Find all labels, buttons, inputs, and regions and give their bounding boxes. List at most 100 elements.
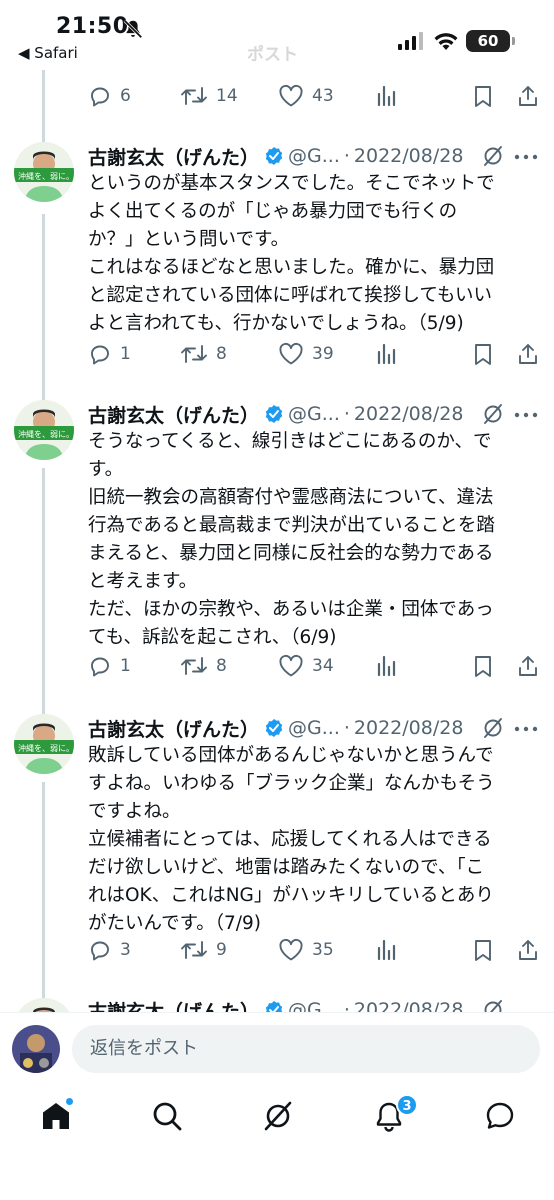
verified-badge-icon bbox=[265, 405, 283, 423]
messages-icon[interactable] bbox=[484, 1100, 516, 1132]
retweet-icon bbox=[181, 657, 207, 675]
like-count: 35 bbox=[312, 940, 334, 960]
author-name[interactable]: 古謝玄太（げんた） bbox=[88, 401, 259, 428]
grok-icon[interactable] bbox=[262, 1100, 294, 1132]
avatar[interactable]: 沖縄を、弱に。 bbox=[14, 142, 74, 202]
views-button[interactable] bbox=[376, 84, 398, 108]
tweet-header: 古謝玄太（げんた） @G... · 2022/08/28 bbox=[88, 714, 463, 742]
author-handle[interactable]: @G... bbox=[288, 145, 340, 167]
back-to-safari-link[interactable]: ◀ Safari bbox=[18, 44, 78, 62]
tweet-date[interactable]: 2022/08/28 bbox=[354, 717, 464, 739]
tweet[interactable]: 沖縄を、弱に。 古謝玄太（げんた） @G... · 2022/08/28 そうな… bbox=[0, 398, 554, 698]
bookmark-icon bbox=[475, 86, 491, 107]
avatar-banner-text: 沖縄を、弱に。 bbox=[18, 429, 74, 439]
reply-button[interactable]: 3 bbox=[88, 938, 131, 962]
avatar[interactable]: 沖縄を、弱に。 bbox=[14, 400, 74, 460]
share-button[interactable] bbox=[516, 938, 540, 962]
reply-button[interactable]: 1 bbox=[88, 342, 131, 366]
reply-count: 3 bbox=[120, 940, 131, 960]
separator: · bbox=[343, 145, 350, 167]
grok-icon[interactable] bbox=[482, 403, 504, 425]
tweet-date[interactable]: 2022/08/28 bbox=[354, 145, 464, 167]
tweet-text-line: これはなるほどなと思いました。確かに、暴力団 bbox=[88, 257, 495, 278]
bookmark-icon bbox=[475, 940, 491, 961]
bookmark-button[interactable] bbox=[472, 654, 494, 678]
retweet-count: 8 bbox=[216, 656, 227, 676]
tweet-text-line: すよね。いわゆる「ブラック企業」なんかもそう bbox=[88, 773, 495, 794]
like-button[interactable]: 35 bbox=[278, 938, 334, 962]
grok-icon[interactable] bbox=[482, 717, 504, 739]
author-name[interactable]: 古謝玄太（げんた） bbox=[88, 715, 259, 742]
bar-chart-icon bbox=[377, 655, 396, 677]
retweet-button[interactable]: 9 bbox=[180, 938, 227, 962]
grok-icon[interactable] bbox=[482, 145, 504, 167]
more-options-icon[interactable] bbox=[514, 726, 538, 732]
like-count: 43 bbox=[312, 86, 334, 106]
tweet-header: 古謝玄太（げんた） @G... · 2022/08/28 bbox=[88, 142, 463, 170]
bookmark-icon bbox=[475, 656, 491, 677]
reply-button[interactable]: 6 bbox=[88, 84, 131, 108]
more-options-icon[interactable] bbox=[514, 412, 538, 418]
page-title: ポスト bbox=[247, 45, 298, 65]
share-button[interactable] bbox=[516, 654, 540, 678]
author-handle[interactable]: @G... bbox=[288, 717, 340, 739]
views-button[interactable] bbox=[376, 938, 398, 962]
tweet-text-line: と認定されている団体に呼ばれて挨拶してもいい bbox=[88, 285, 493, 306]
home-unread-dot bbox=[66, 1098, 73, 1105]
reply-composer-bar: 返信をポスト bbox=[0, 1012, 554, 1084]
like-button[interactable]: 39 bbox=[278, 342, 334, 366]
separator: · bbox=[343, 717, 350, 739]
tweet-text-line: 行為であると最高裁まで判決が出ていることを踏 bbox=[88, 515, 495, 536]
current-user-avatar[interactable] bbox=[12, 1025, 60, 1073]
bell-off-icon bbox=[123, 19, 143, 39]
verified-badge-icon bbox=[265, 719, 283, 737]
like-button[interactable]: 34 bbox=[278, 654, 334, 678]
tweet-text-line: よと言われても、行かないでしょうね。（5/9) bbox=[88, 313, 464, 334]
tweet-text-line: 立候補者にとっては、応援してくれる人はできる bbox=[88, 829, 492, 850]
home-icon[interactable] bbox=[40, 1100, 72, 1132]
more-options-icon[interactable] bbox=[514, 154, 538, 160]
bookmark-button[interactable] bbox=[472, 938, 494, 962]
tweet-actions: 1 8 34 bbox=[88, 654, 540, 684]
separator: · bbox=[343, 403, 350, 425]
tweet-text-line: か？」という問いです。 bbox=[88, 229, 290, 250]
profile-photo: 沖縄を、弱に。 bbox=[14, 142, 74, 202]
reply-icon bbox=[91, 345, 109, 365]
retweet-icon bbox=[181, 345, 207, 363]
tweet-date[interactable]: 2022/08/28 bbox=[354, 403, 464, 425]
reply-input[interactable]: 返信をポスト bbox=[72, 1025, 540, 1073]
tweet-actions: 6 14 43 bbox=[88, 84, 540, 114]
tweet-text-line: れはOK、これはNG」がハッキリしているとあり bbox=[88, 885, 494, 906]
heart-icon bbox=[279, 342, 303, 365]
bookmark-button[interactable] bbox=[472, 342, 494, 366]
tweet-text-line: す。 bbox=[88, 459, 124, 480]
battery-nub bbox=[512, 37, 515, 45]
reply-button[interactable]: 1 bbox=[88, 654, 131, 678]
views-button[interactable] bbox=[376, 342, 398, 366]
tweet-text-line: よく出てくるのが「じゃあ暴力団でも行くの bbox=[88, 201, 458, 222]
like-button[interactable]: 43 bbox=[278, 84, 334, 108]
tweet-text-line: 敗訴している団体があるんじゃないかと思うんで bbox=[88, 745, 494, 766]
profile-photo: 沖縄を、弱に。 bbox=[14, 400, 74, 460]
reply-icon bbox=[91, 941, 109, 961]
author-handle[interactable]: @G... bbox=[288, 403, 340, 425]
share-icon bbox=[519, 86, 537, 106]
views-button[interactable] bbox=[376, 654, 398, 678]
bookmark-button[interactable] bbox=[472, 84, 494, 108]
search-icon[interactable] bbox=[151, 1100, 183, 1132]
tweet-actions: 1 8 39 bbox=[88, 342, 540, 372]
retweet-button[interactable]: 8 bbox=[180, 342, 227, 366]
retweet-count: 14 bbox=[216, 86, 238, 106]
share-button[interactable] bbox=[516, 84, 540, 108]
tweet-text-line: と考えます。 bbox=[88, 571, 198, 592]
retweet-button[interactable]: 8 bbox=[180, 654, 227, 678]
share-button[interactable] bbox=[516, 342, 540, 366]
avatar[interactable]: 沖縄を、弱に。 bbox=[14, 714, 74, 774]
heart-icon bbox=[279, 84, 303, 107]
reply-count: 1 bbox=[120, 656, 131, 676]
tweet-text: というのが基本スタンスでした。そこでネットで よく出てくるのが「じゃあ暴力団でも… bbox=[88, 170, 540, 338]
share-icon bbox=[519, 344, 537, 364]
reply-icon bbox=[91, 87, 109, 107]
retweet-button[interactable]: 14 bbox=[180, 84, 238, 108]
author-name[interactable]: 古謝玄太（げんた） bbox=[88, 143, 259, 170]
